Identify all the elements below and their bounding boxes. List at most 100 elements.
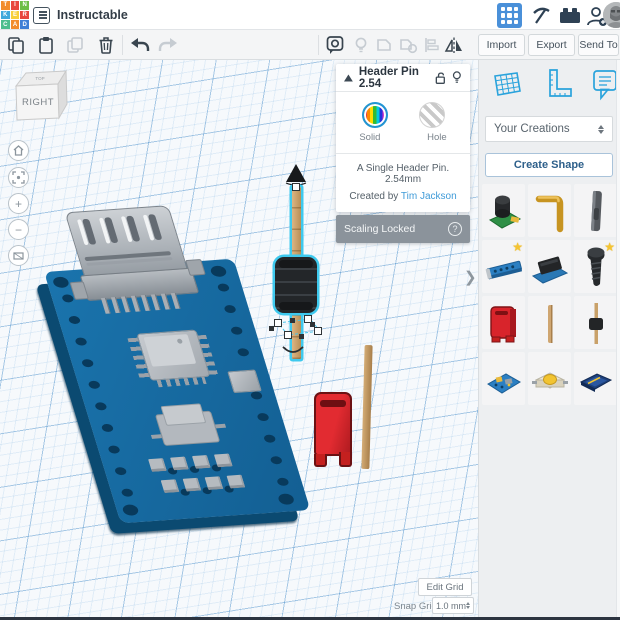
category-value: Your Creations — [494, 123, 570, 135]
small-chip[interactable] — [227, 369, 262, 394]
ruler-icon[interactable] — [541, 67, 573, 101]
edge-handle[interactable] — [290, 318, 295, 323]
solid-label: Solid — [359, 132, 381, 143]
design-menu-icon[interactable] — [33, 7, 50, 24]
duplicate-icon[interactable] — [66, 35, 86, 55]
svg-text:TOP: TOP — [35, 76, 44, 81]
logo-tile: A — [10, 20, 20, 29]
selected-header-pin[interactable] — [256, 163, 336, 363]
logo-tile: N — [20, 1, 29, 10]
help-icon[interactable]: ? — [448, 222, 462, 236]
snap-grid-select[interactable]: 1.0 mm — [432, 597, 474, 614]
send-to-button[interactable]: Send To — [578, 34, 619, 56]
app-header: T I N K E R C A D Instructable — [0, 0, 620, 30]
shape-black-connector[interactable] — [528, 240, 571, 293]
shape-header-pin[interactable] — [574, 296, 617, 349]
collapse-shapes-panel-icon[interactable]: ❯ — [464, 268, 477, 286]
perspective-icon[interactable] — [8, 245, 29, 266]
edge-handle[interactable] — [269, 326, 274, 331]
star-icon: ★ — [604, 240, 615, 254]
view-cube[interactable]: TOP RIGHT — [10, 68, 72, 126]
align-icon[interactable] — [422, 35, 442, 55]
shape-pcb-assembly[interactable] — [482, 352, 525, 405]
mirror-icon[interactable] — [444, 35, 464, 55]
show-all-icon[interactable] — [352, 35, 370, 55]
svg-text:RIGHT: RIGHT — [22, 97, 54, 108]
snap-grid-value: 1.0 mm — [436, 600, 467, 611]
copy-icon[interactable] — [6, 35, 26, 55]
shapes-sidebar: Your Creations Create Shape ★ ★ — [478, 60, 620, 620]
shape-description: A Single Header Pin. 2.54mm — [356, 163, 450, 185]
shapes-grid: ★ ★ — [482, 184, 617, 405]
shape-title: Header Pin 2.54 — [358, 65, 419, 90]
logo-tile: R — [20, 10, 29, 20]
logo-tile: C — [1, 20, 10, 29]
zoom-out-icon[interactable]: − — [8, 219, 29, 240]
grid-apps-icon[interactable] — [497, 3, 522, 28]
shape-credit: Created by Tim Jackson — [336, 187, 470, 212]
logo-tile: K — [1, 10, 10, 20]
brick-icon[interactable] — [558, 6, 582, 25]
logo-tile: D — [20, 20, 29, 29]
red-component-object[interactable] — [310, 388, 356, 472]
shape-popsicle-stick[interactable] — [528, 296, 571, 349]
import-button[interactable]: Import — [478, 34, 525, 56]
move-z-arrow-icon[interactable] — [284, 163, 308, 185]
scale-handle[interactable] — [314, 327, 322, 335]
solid-swatch[interactable] — [361, 102, 388, 128]
edit-grid-button[interactable]: Edit Grid — [418, 578, 472, 596]
star-icon: ★ — [512, 240, 523, 254]
credit-prefix: Created by — [349, 191, 401, 202]
zoom-in-icon[interactable]: + — [8, 193, 29, 214]
select-arrows-icon — [598, 124, 604, 134]
hole-swatch[interactable] — [418, 102, 445, 128]
shape-blue-pcb-stick[interactable]: ★ — [482, 240, 525, 293]
logo-tile: T — [1, 1, 10, 10]
tooltip-text: Scaling Locked — [344, 223, 416, 235]
edge-handle[interactable] — [310, 322, 315, 327]
scale-handle[interactable] — [284, 331, 292, 339]
pickaxe-icon[interactable] — [529, 4, 552, 27]
redo-icon[interactable] — [156, 35, 180, 55]
hole-label: Hole — [427, 132, 447, 143]
home-view-icon[interactable] — [8, 140, 29, 161]
creator-link[interactable]: Tim Jackson — [401, 191, 457, 202]
workplane-tool-icon[interactable] — [325, 35, 347, 55]
group-icon[interactable] — [374, 35, 394, 55]
shape-metal-pin[interactable] — [574, 184, 617, 237]
export-button[interactable]: Export — [528, 34, 575, 56]
rotate-handle-icon[interactable] — [280, 345, 306, 357]
scale-handle[interactable] — [274, 319, 282, 327]
ungroup-icon[interactable] — [398, 35, 418, 55]
toolbar: Import Export Send To — [0, 30, 620, 60]
workplane-panel-icon[interactable] — [491, 68, 523, 100]
shape-screw[interactable]: ★ — [574, 240, 617, 293]
snap-grid-label: Snap Grid — [394, 601, 437, 612]
logo-tile: I — [10, 1, 20, 10]
edge-handle[interactable] — [299, 334, 304, 339]
undo-icon[interactable] — [128, 35, 152, 55]
transistor-package[interactable] — [146, 400, 228, 450]
shape-red-box[interactable] — [482, 296, 525, 349]
sidebar-scrollbar[interactable] — [616, 60, 620, 620]
collapse-panel-icon[interactable] — [344, 73, 353, 82]
shape-category-select[interactable]: Your Creations — [485, 116, 613, 142]
create-shape-button[interactable]: Create Shape — [485, 153, 613, 177]
scale-handle[interactable] — [292, 183, 300, 191]
design-title[interactable]: Instructable — [57, 8, 128, 22]
delete-icon[interactable] — [96, 35, 116, 55]
logo-tile: E — [10, 10, 20, 20]
fit-view-icon[interactable] — [8, 167, 29, 188]
shape-bent-wire[interactable] — [528, 184, 571, 237]
shape-camera-module[interactable] — [482, 184, 525, 237]
lock-icon[interactable] — [435, 71, 446, 85]
spinner-icon — [466, 602, 470, 609]
shape-sd-card[interactable] — [574, 352, 617, 405]
bulb-icon[interactable] — [452, 70, 462, 85]
shape-properties-panel: Header Pin 2.54 Solid Hole A Single Head… — [336, 64, 470, 212]
pin-plastic-block[interactable] — [275, 257, 317, 313]
scaling-locked-tooltip: Scaling Locked ? — [336, 215, 470, 243]
paste-icon[interactable] — [36, 35, 56, 55]
shape-push-button[interactable] — [528, 352, 571, 405]
tinkercad-logo[interactable]: T I N K E R C A D — [1, 1, 29, 29]
